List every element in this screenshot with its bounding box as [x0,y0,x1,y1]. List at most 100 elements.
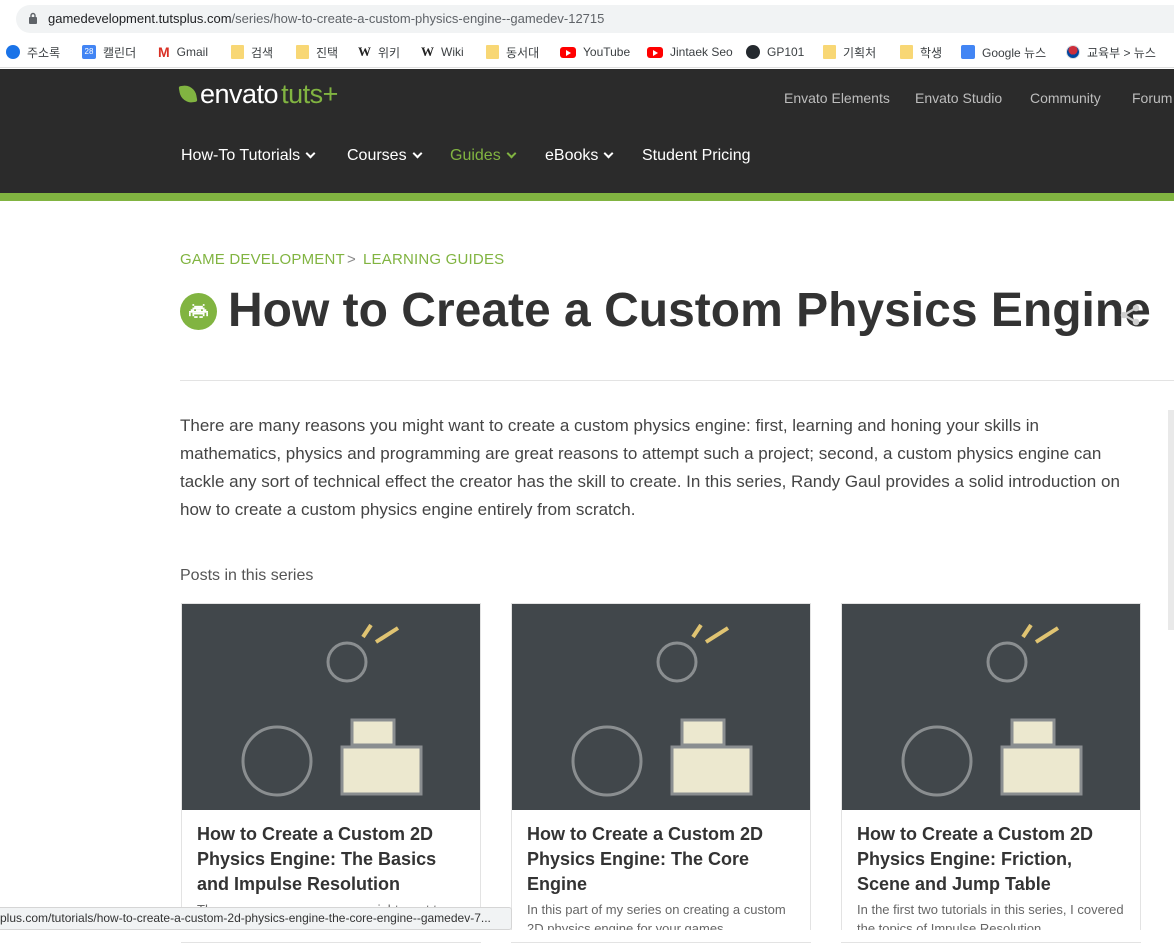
series-description: There are many reasons you might want to… [180,416,1120,519]
github-icon [746,45,760,59]
youtube-icon [560,46,576,58]
link-community[interactable]: Community [1030,90,1101,106]
nav-courses[interactable]: Courses [347,147,423,165]
logo-tuts-text: tuts+ [281,78,338,109]
bookmark-label: 기획처 [843,45,877,60]
bookmark-label: Jintaek Seo [670,45,733,59]
bookmark-label: Gmail [176,45,209,59]
chevron-down-icon [603,148,614,159]
folder-icon [823,45,836,59]
bookmark-label: 위키 [378,45,401,60]
bookmark-label: 진택 [316,45,339,60]
bookmark-youtube[interactable]: YouTube [560,43,630,61]
lock-icon [29,12,37,24]
bookmark-gp101[interactable]: GP101 [746,43,804,61]
bookmark-label: Wiki [441,45,464,59]
wikipedia-icon: W [421,44,434,59]
physics-illustration [571,623,753,797]
bookmark-label: 캘린더 [103,45,137,60]
url-path: /series/how-to-create-a-custom-physics-e… [231,11,605,26]
nav-label: How-To Tutorials [181,147,301,164]
bookmark-jintaek-seo[interactable]: Jintaek Seo [647,43,733,61]
bookmark-calendar[interactable]: 28 캘린더 [82,43,136,61]
post-title[interactable]: How to Create a Custom 2D Physics Engine… [527,822,797,897]
nav-student-pricing[interactable]: Student Pricing [642,147,751,165]
game-invader-icon [180,293,217,330]
post-thumbnail [842,604,1140,810]
page-title: How to Create a Custom Physics Engine [228,284,1151,337]
physics-illustration [901,623,1083,797]
bookmark-label: 주소록 [27,45,61,60]
link-status-bar: plus.com/tutorials/how-to-create-a-custo… [0,907,512,930]
folder-icon [900,45,913,59]
bookmark-label: 교육부 > 뉴스 [1087,45,1156,60]
chevron-down-icon [506,148,517,159]
korea-flag-icon [1066,45,1080,59]
url-text[interactable]: gamedevelopment.tutsplus.com/series/how-… [48,11,604,26]
bookmark-contacts[interactable]: 주소록 [6,43,60,61]
folder-icon [231,45,244,59]
window-bottom-edge [0,930,1174,942]
nav-label: eBooks [545,147,599,164]
link-envato-elements[interactable]: Envato Elements [784,90,890,106]
scrollbar[interactable] [1168,410,1174,630]
account-icon [6,45,20,59]
post-card[interactable]: How to Create a Custom 2D Physics Engine… [181,603,481,943]
nav-ebooks[interactable]: eBooks [545,147,614,165]
share-icon[interactable] [1118,303,1142,327]
bookmark-dongseo[interactable]: 동서대 [486,43,539,61]
bookmark-planning[interactable]: 기획처 [823,43,876,61]
wikipedia-icon: W [358,44,371,59]
folder-icon [296,45,309,59]
bookmark-google-news[interactable]: Google 뉴스 [961,43,1046,61]
bookmarks-bar: 주소록 28 캘린더 M Gmail 검색 진택 W 위키 W Wiki 동서대 You… [0,36,1174,68]
browser-address-bar: gamedevelopment.tutsplus.com/series/how-… [0,0,1174,36]
bookmark-moe-news[interactable]: 교육부 > 뉴스 [1066,43,1156,61]
post-title[interactable]: How to Create a Custom 2D Physics Engine… [197,822,467,897]
title-divider [180,380,1174,381]
post-card[interactable]: How to Create a Custom 2D Physics Engine… [841,603,1141,943]
link-envato-studio[interactable]: Envato Studio [915,90,1002,106]
bookmark-label: YouTube [583,45,631,59]
nav-label: Courses [347,147,407,164]
breadcrumb-game-development[interactable]: GAME DEVELOPMENT [180,251,345,268]
post-title[interactable]: How to Create a Custom 2D Physics Engine… [857,822,1127,897]
nav-guides[interactable]: Guides [450,147,517,165]
google-news-icon [961,45,975,59]
bookmark-wiki[interactable]: W Wiki [421,43,464,61]
logo-envato-text: envato [200,78,279,109]
bookmark-wiki-ko[interactable]: W 위키 [358,43,400,61]
post-thumbnail [512,604,810,810]
posts-in-series-label: Posts in this series [180,567,314,584]
folder-icon [486,45,499,59]
envato-tuts-logo[interactable]: envato tuts+ [178,78,338,109]
site-header [0,69,1174,193]
nav-label: Guides [450,147,501,164]
chevron-down-icon [305,148,316,159]
gmail-icon: M [158,44,170,60]
nav-how-to-tutorials[interactable]: How-To Tutorials [181,147,316,165]
nav-label: Student Pricing [642,147,751,164]
bookmark-label: 학생 [920,45,943,60]
bookmark-label: 동서대 [506,45,540,60]
invader-glyph [189,304,208,318]
chevron-down-icon [412,148,423,159]
youtube-icon [647,46,663,58]
post-card[interactable]: How to Create a Custom 2D Physics Engine… [511,603,811,943]
bookmark-search[interactable]: 검색 [231,43,273,61]
bookmark-gmail[interactable]: M Gmail [158,43,208,61]
bookmark-label: Google 뉴스 [982,45,1047,60]
calendar-icon: 28 [82,45,96,59]
bookmark-students[interactable]: 학생 [900,43,942,61]
breadcrumb-learning-guides[interactable]: LEARNING GUIDES [363,251,504,268]
post-thumbnail [182,604,480,810]
leaf-icon [178,83,198,105]
breadcrumb-separator: > [347,251,356,268]
url-host: gamedevelopment.tutsplus.com [48,11,232,26]
header-accent-bar [0,193,1174,201]
bookmark-jintaek[interactable]: 진택 [296,43,338,61]
physics-illustration [241,623,423,797]
bookmark-label: 검색 [251,45,274,60]
link-forum[interactable]: Forum [1132,90,1172,106]
bookmark-label: GP101 [767,45,805,59]
